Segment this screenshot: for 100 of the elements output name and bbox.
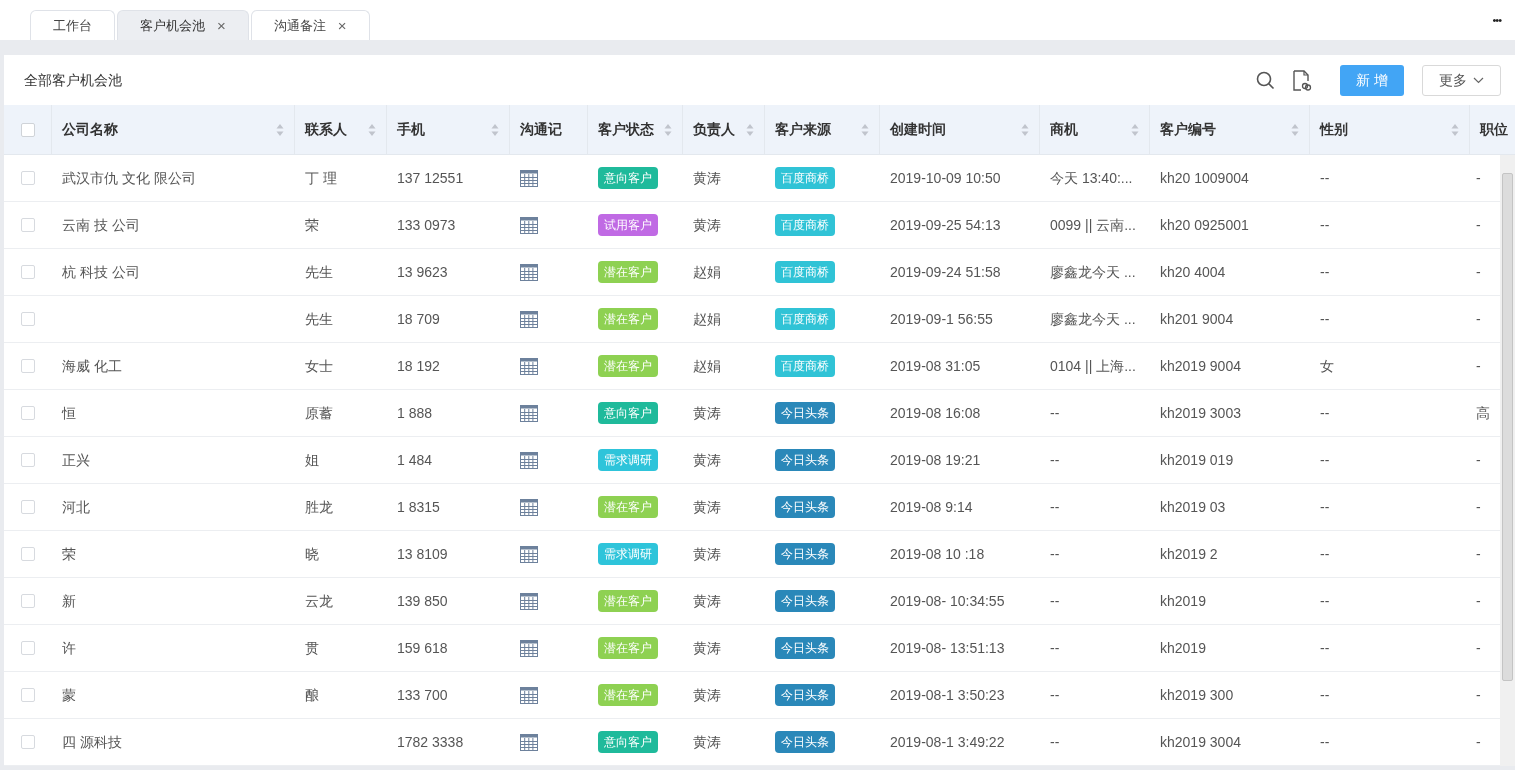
table-grid-icon[interactable] (520, 216, 538, 234)
source-tag: 百度商桥 (775, 167, 835, 189)
search-icon[interactable] (1256, 70, 1275, 90)
table-grid-icon[interactable] (520, 686, 538, 704)
tab-label[interactable]: 工作台 (53, 15, 92, 36)
status-tag: 潜在客户 (598, 637, 658, 659)
row-checkbox[interactable] (21, 688, 35, 702)
column-header[interactable]: 创建时间 (890, 119, 946, 140)
opportunity-text: 廖鑫龙今天 ... (1050, 263, 1136, 280)
column-header-cell[interactable]: 沟通记 (510, 105, 588, 154)
phone-number: 18 192 (397, 357, 440, 374)
created-time: 2019-09-1 56:55 (890, 310, 993, 327)
sort-icon[interactable] (1291, 122, 1299, 137)
row-checkbox[interactable] (21, 359, 35, 373)
column-header[interactable]: 客户来源 (775, 119, 831, 140)
table-grid-icon[interactable] (520, 263, 538, 281)
column-header[interactable]: 商机 (1050, 119, 1078, 140)
created-time: 2019-08-1 3:49:22 (890, 733, 1005, 750)
row-checkbox[interactable] (21, 641, 35, 655)
row-checkbox[interactable] (21, 265, 35, 279)
column-header[interactable]: 负责人 (693, 119, 735, 140)
customer-code: kh2019 019 (1160, 451, 1234, 468)
tab-label[interactable]: 客户机会池 (140, 15, 205, 36)
tab-label[interactable]: 沟通备注 (273, 15, 326, 36)
column-header-cell[interactable]: 手机 (387, 105, 510, 154)
row-checkbox[interactable] (21, 218, 35, 232)
sort-icon[interactable] (1131, 122, 1139, 137)
table-grid-icon[interactable] (520, 592, 538, 610)
column-header-cell[interactable]: 客户状态 (588, 105, 683, 154)
sort-icon[interactable] (746, 122, 754, 137)
column-header-cell[interactable]: 创建时间 (880, 105, 1040, 154)
contact-name: 胜龙 (305, 498, 333, 515)
column-header-cell[interactable]: 商机 (1040, 105, 1150, 154)
tab[interactable]: 工作台 (30, 10, 115, 40)
table-grid-icon[interactable] (520, 545, 538, 563)
phone-number: 13 8109 (397, 545, 448, 562)
sort-icon[interactable] (861, 122, 869, 137)
column-header[interactable]: 联系人 (305, 119, 347, 140)
source-tag: 今日头条 (775, 402, 835, 424)
contact-name: 姐 (305, 451, 319, 468)
column-header-cell[interactable]: 客户编号 (1150, 105, 1310, 154)
column-header-cell[interactable]: 性别 (1310, 105, 1470, 154)
column-header[interactable]: 公司名称 (62, 119, 118, 140)
phone-number: 18 709 (397, 310, 440, 327)
column-header[interactable]: 性别 (1320, 119, 1348, 140)
table-grid-icon[interactable] (520, 169, 538, 187)
row-checkbox[interactable] (21, 406, 35, 420)
row-checkbox[interactable] (21, 547, 35, 561)
sort-icon[interactable] (276, 122, 284, 137)
row-checkbox[interactable] (21, 500, 35, 514)
tab[interactable]: 沟通备注 × (250, 10, 370, 40)
column-header-cell[interactable]: 负责人 (683, 105, 765, 154)
column-header[interactable]: 客户编号 (1160, 119, 1216, 140)
scrollbar[interactable] (1500, 155, 1515, 766)
sort-icon[interactable] (368, 122, 376, 137)
table-grid-icon[interactable] (520, 404, 538, 422)
sort-icon[interactable] (1021, 122, 1029, 137)
column-header-cell[interactable]: 联系人 (295, 105, 387, 154)
position-text: - (1476, 733, 1481, 750)
opportunity-text: -- (1050, 592, 1060, 609)
opportunity-text: -- (1050, 498, 1060, 515)
table-grid-icon[interactable] (520, 639, 538, 657)
column-header[interactable]: 职位 (1480, 119, 1508, 140)
column-header-cell[interactable]: 职位 (1470, 105, 1515, 154)
column-header[interactable]: 客户状态 (598, 119, 654, 140)
sort-icon[interactable] (491, 122, 499, 137)
row-checkbox[interactable] (21, 312, 35, 326)
more-dropdown-button[interactable]: 更多 (1422, 64, 1501, 96)
gender-text: -- (1320, 639, 1330, 656)
company-name: 恒 (62, 404, 76, 421)
contact-name: 原蓄 (305, 404, 333, 421)
close-icon[interactable]: × (337, 18, 347, 33)
tab[interactable]: 客户机会池 × (117, 10, 249, 40)
sort-icon[interactable] (664, 122, 672, 137)
position-text: - (1476, 545, 1481, 562)
column-header-cell[interactable]: 客户来源 (765, 105, 880, 154)
row-checkbox[interactable] (21, 453, 35, 467)
opportunity-text: 0104 || 上海... (1050, 357, 1136, 374)
table-grid-icon[interactable] (520, 498, 538, 516)
owner-name: 黄涛 (693, 216, 721, 233)
status-tag: 潜在客户 (598, 261, 658, 283)
column-header[interactable]: 沟通记 (520, 119, 562, 140)
sort-icon[interactable] (1451, 122, 1459, 137)
phone-number: 1782 3338 (397, 733, 464, 750)
close-icon[interactable]: × (217, 18, 226, 33)
table-grid-icon[interactable] (520, 733, 538, 751)
more-menu-button[interactable]: ••• (1492, 11, 1501, 29)
document-link-icon[interactable] (1293, 69, 1312, 91)
column-header[interactable]: 手机 (397, 119, 425, 140)
position-text: - (1476, 216, 1481, 233)
position-text: 高 (1476, 404, 1490, 421)
row-checkbox[interactable] (21, 594, 35, 608)
table-grid-icon[interactable] (520, 451, 538, 469)
table-grid-icon[interactable] (520, 357, 538, 375)
select-all-checkbox[interactable] (20, 122, 35, 137)
row-checkbox[interactable] (21, 735, 35, 749)
row-checkbox[interactable] (21, 171, 35, 185)
table-grid-icon[interactable] (520, 310, 538, 328)
gender-text: -- (1320, 216, 1330, 233)
column-header-cell[interactable]: 公司名称 (52, 105, 295, 154)
